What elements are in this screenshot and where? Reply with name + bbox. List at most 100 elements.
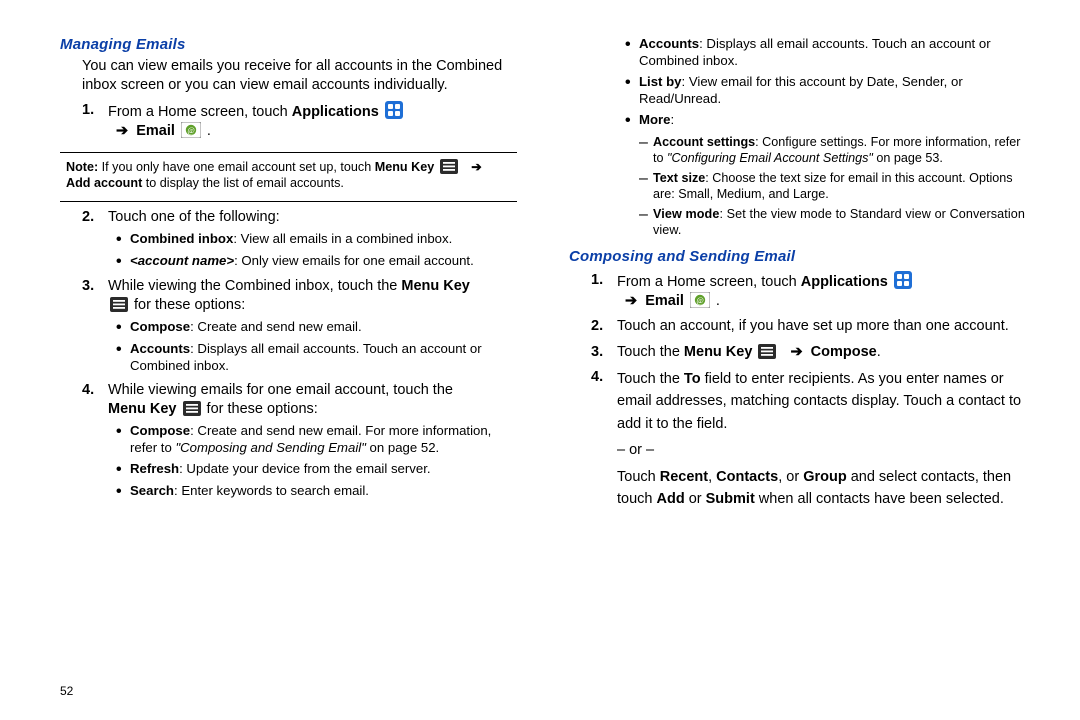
note-add-account: Add account	[66, 176, 142, 190]
step-number: 1.	[82, 101, 108, 141]
compose-step-4-text-c3: when all contacts have been selected.	[755, 491, 1004, 507]
email-icon	[181, 122, 201, 138]
email-label: Email	[136, 123, 175, 139]
bullet-compose: •Compose: Create and send new email.	[116, 319, 517, 337]
search-label: Search	[130, 483, 174, 498]
note-block: Note: If you only have one email account…	[66, 159, 517, 191]
compose-step-1: 1. From a Home screen, touch Application…	[591, 271, 1026, 311]
bullet-list-by: •List by: View email for this account by…	[625, 74, 1026, 108]
compose-step-4-text-c1: Touch	[617, 469, 660, 485]
accounts-label: Accounts	[639, 36, 699, 51]
combined-inbox-label: Combined inbox	[130, 231, 233, 246]
intro-text: You can view emails you receive for all …	[82, 57, 517, 95]
to-field-label: To	[684, 371, 701, 387]
dash-account-settings: –Account settings: Configure settings. F…	[639, 134, 1026, 166]
refresh-desc: : Update your device from the email serv…	[179, 461, 430, 476]
compose-step-4: 4. Touch the To field to enter recipient…	[591, 368, 1026, 511]
recent-label: Recent	[660, 469, 708, 485]
menu-key-icon	[440, 159, 458, 174]
arrow-icon: ➔	[116, 122, 128, 141]
search-desc: : Enter keywords to search email.	[174, 483, 369, 498]
compose-label: Compose	[130, 319, 190, 334]
account-name-placeholder: <account name>	[130, 253, 234, 268]
email-label: Email	[645, 293, 684, 309]
note-separator-top	[60, 152, 517, 153]
step-1: 1. From a Home screen, touch Application…	[82, 101, 517, 141]
step-number: 1.	[591, 271, 617, 311]
right-column: •Accounts: Displays all email accounts. …	[543, 30, 1026, 700]
step-number: 2.	[82, 208, 108, 227]
compose-step-3: 3. Touch the Menu Key ➔ Compose.	[591, 343, 1026, 362]
step-number: 2.	[591, 317, 617, 336]
dash-text-size: –Text size: Choose the text size for ema…	[639, 170, 1026, 202]
bullet-refresh: •Refresh: Update your device from the em…	[116, 461, 517, 479]
accounts-label: Accounts	[130, 341, 190, 356]
compose-step-4-text-a: Touch the	[617, 371, 684, 387]
section-heading-composing: Composing and Sending Email	[569, 248, 1026, 265]
menu-key-label: Menu Key	[108, 401, 177, 417]
compose-step-1-text: From a Home screen, touch	[617, 274, 801, 290]
step-3-text-b: for these options:	[130, 297, 245, 313]
bullet-account-name: •<account name>: Only view emails for on…	[116, 253, 517, 271]
compose-label: Compose	[811, 344, 877, 360]
compose-ref-page: on page 52.	[366, 440, 439, 455]
arrow-icon: ➔	[790, 343, 802, 362]
text-size-desc: : Choose the text size for email in this…	[653, 171, 1013, 201]
step-number: 3.	[82, 277, 108, 315]
compose-step-3-text-a: Touch the	[617, 344, 684, 360]
step-3: 3. While viewing the Combined inbox, tou…	[82, 277, 517, 315]
left-column: Managing Emails You can view emails you …	[60, 30, 543, 700]
compose-step-2-text: Touch an account, if you have set up mor…	[617, 317, 1026, 336]
bullet-search: •Search: Enter keywords to search email.	[116, 483, 517, 501]
compose-ref: "Composing and Sending Email"	[175, 440, 365, 455]
step-number: 4.	[591, 368, 617, 511]
section-heading-managing-emails: Managing Emails	[60, 36, 517, 53]
note-separator-bottom	[60, 201, 517, 202]
step-2: 2. Touch one of the following:	[82, 208, 517, 227]
list-by-desc: : View email for this account by Date, S…	[639, 74, 963, 106]
more-colon: :	[671, 112, 675, 127]
account-name-desc: : Only view emails for one email account…	[234, 253, 474, 268]
applications-label: Applications	[292, 104, 379, 120]
step-1-text-a: From a Home screen, touch	[108, 104, 292, 120]
step-number: 3.	[591, 343, 617, 362]
group-label: Group	[803, 469, 847, 485]
more-label: More	[639, 112, 671, 127]
bullet-accounts-r: •Accounts: Displays all email accounts. …	[625, 36, 1026, 70]
menu-key-icon	[183, 401, 201, 416]
step-4: 4. While viewing emails for one email ac…	[82, 381, 517, 419]
note-prefix: Note:	[66, 160, 98, 174]
view-mode-label: View mode	[653, 207, 719, 221]
combined-inbox-desc: : View all emails in a combined inbox.	[233, 231, 452, 246]
list-by-label: List by	[639, 74, 682, 89]
applications-icon	[894, 271, 912, 289]
or-separator: – or –	[617, 439, 1026, 461]
add-label: Add	[657, 491, 685, 507]
arrow-icon: ➔	[625, 292, 637, 311]
manual-page: Managing Emails You can view emails you …	[0, 0, 1080, 720]
bullet-compose-ref: •Compose: Create and send new email. For…	[116, 423, 517, 457]
account-settings-ref: "Configuring Email Account Settings"	[667, 151, 873, 165]
step-4-text-a: While viewing emails for one email accou…	[108, 382, 453, 398]
page-number: 52	[60, 684, 73, 698]
compose-desc: : Create and send new email.	[190, 319, 362, 334]
note-text-a: If you only have one email account set u…	[98, 160, 375, 174]
step-3-text-a: While viewing the Combined inbox, touch …	[108, 278, 401, 294]
account-settings-ref-page: on page 53.	[873, 151, 943, 165]
arrow-icon: ➔	[471, 159, 482, 175]
note-text-c: to display the list of email accounts.	[142, 176, 344, 190]
note-menu-key: Menu Key	[375, 160, 434, 174]
text-size-label: Text size	[653, 171, 705, 185]
applications-icon	[385, 101, 403, 119]
dash-view-mode: –View mode: Set the view mode to Standar…	[639, 206, 1026, 238]
step-4-text-b: for these options:	[203, 401, 318, 417]
compose-step-2: 2. Touch an account, if you have set up …	[591, 317, 1026, 336]
compose-label: Compose	[130, 423, 190, 438]
menu-key-icon	[110, 297, 128, 312]
refresh-label: Refresh	[130, 461, 179, 476]
email-icon	[690, 292, 710, 308]
account-settings-label: Account settings	[653, 135, 755, 149]
contacts-label: Contacts	[716, 469, 778, 485]
applications-label: Applications	[801, 274, 888, 290]
step-number: 4.	[82, 381, 108, 419]
